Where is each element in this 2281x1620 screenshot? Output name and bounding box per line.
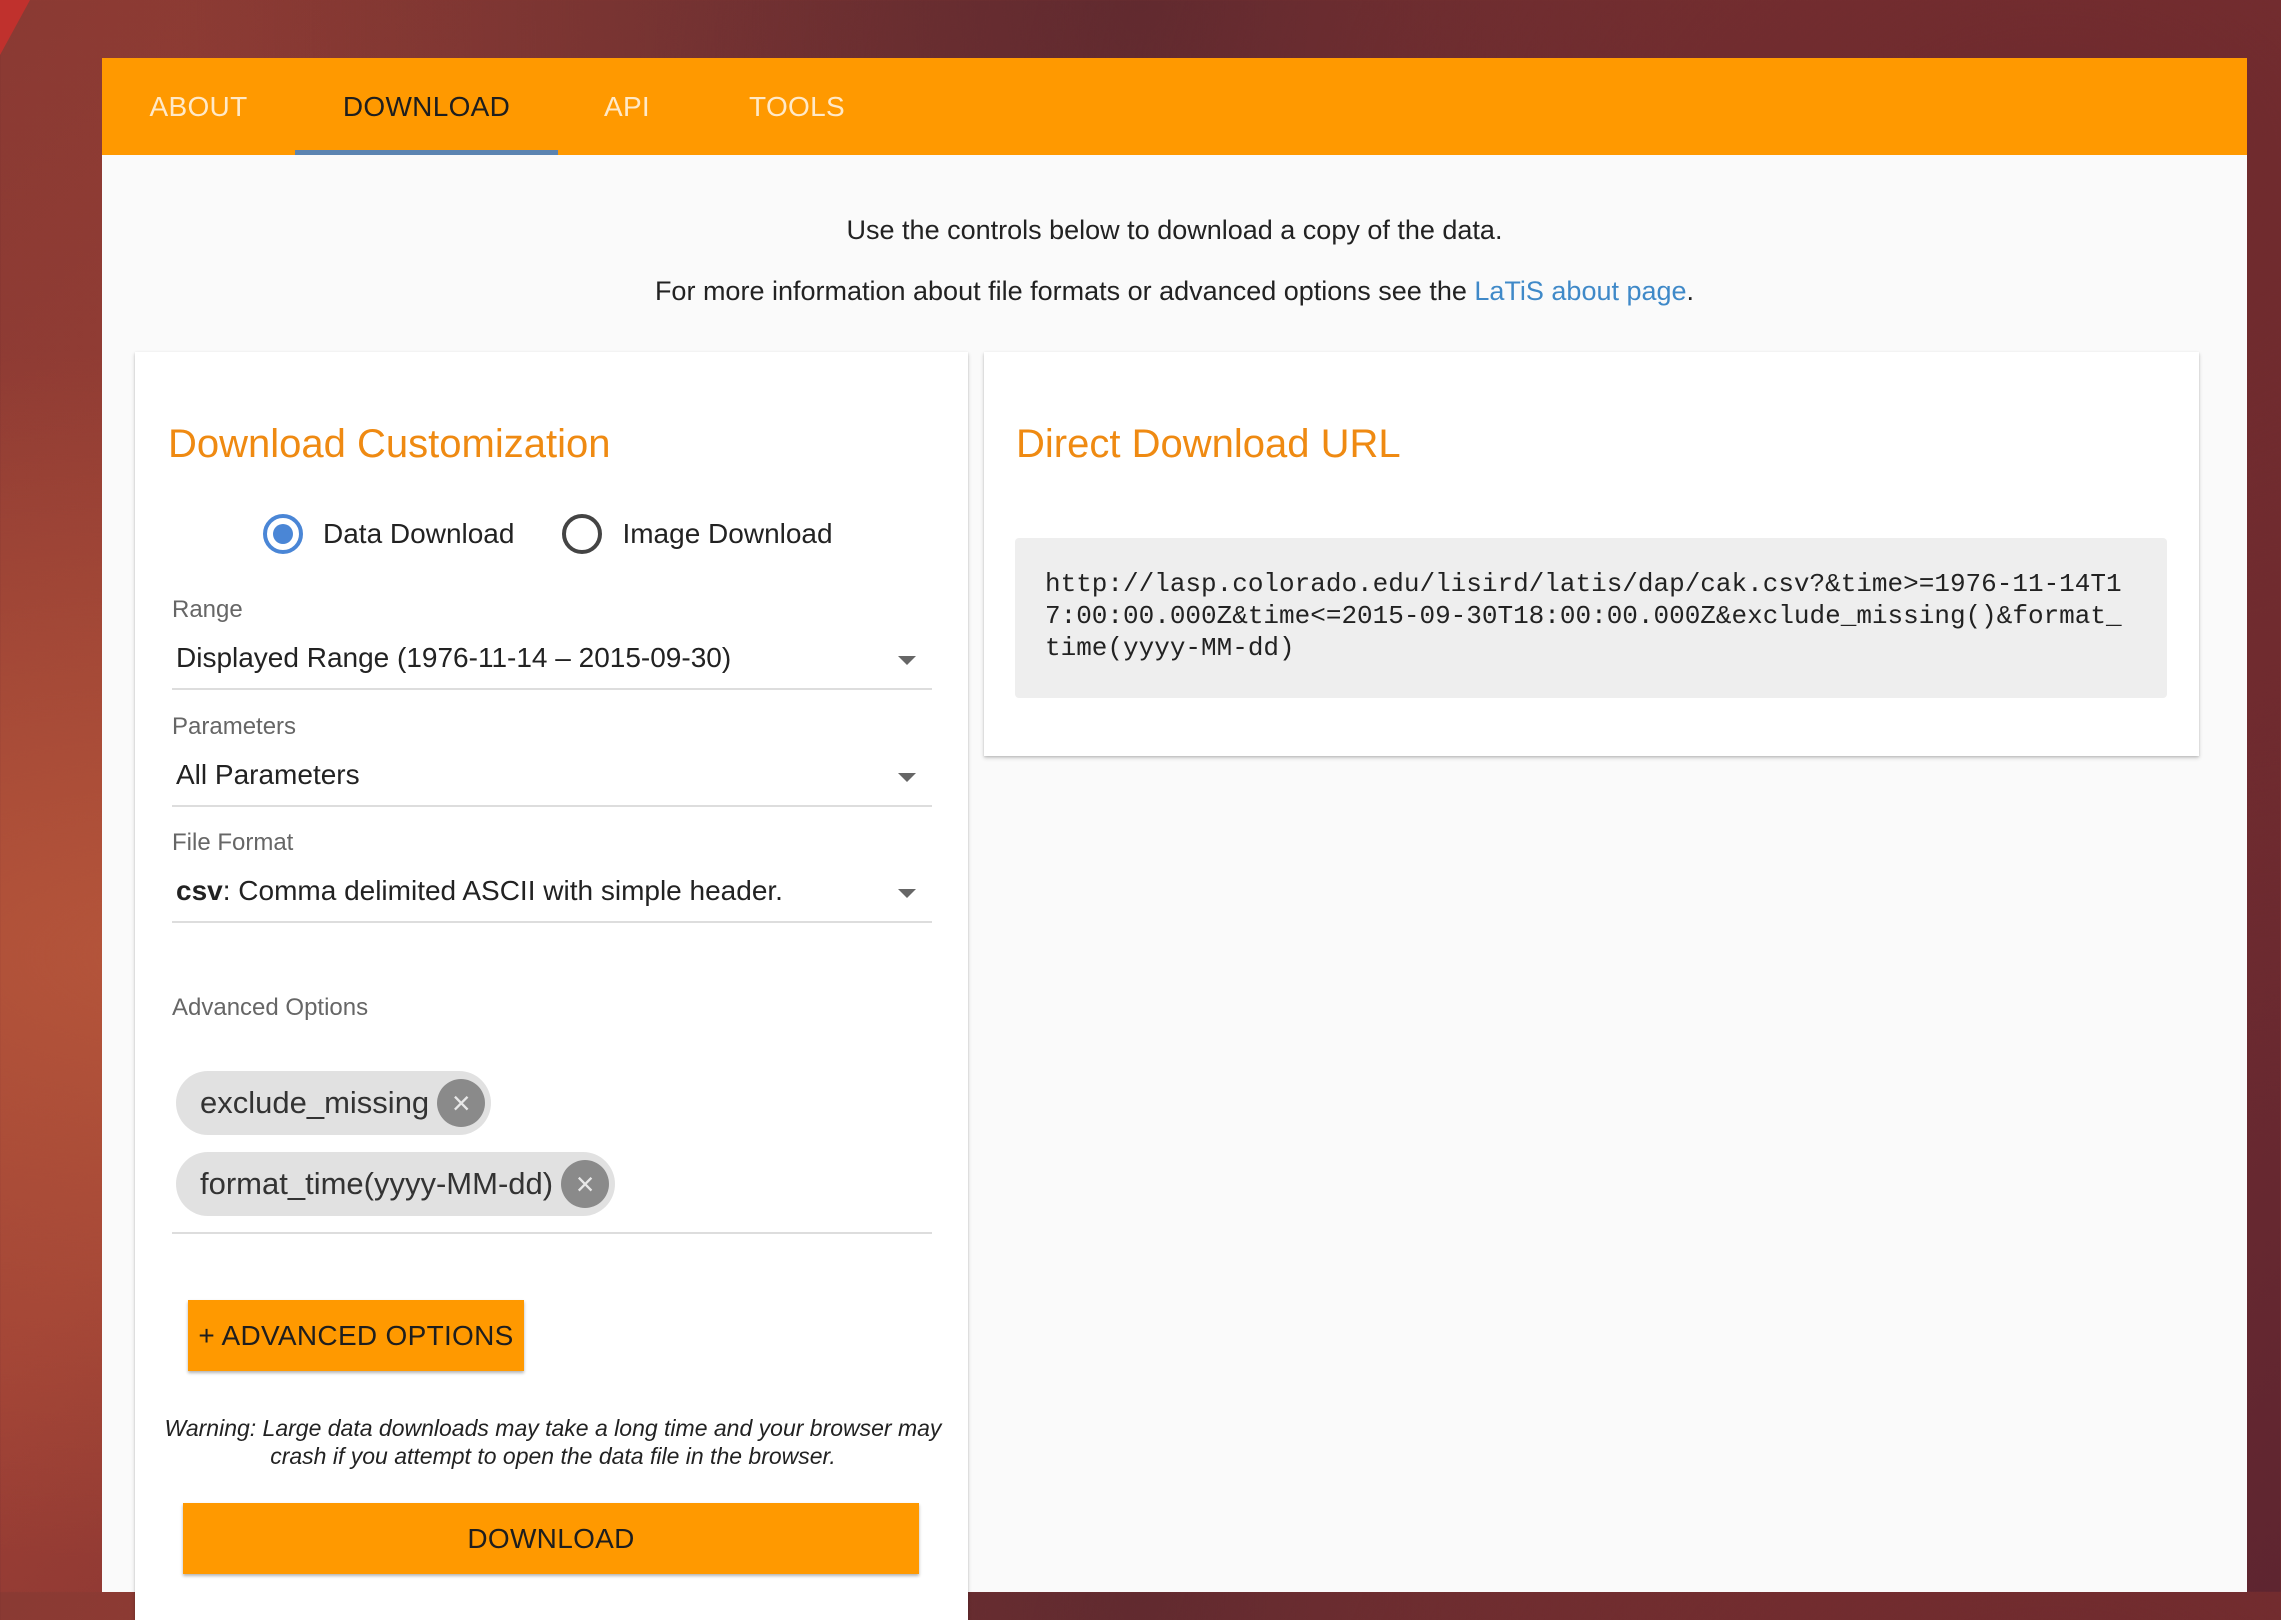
advanced-options-label: Advanced Options (172, 994, 369, 1021)
file-format-select[interactable]: csv: Comma delimited ASCII with simple h… (172, 871, 932, 923)
advanced-options-button[interactable]: + ADVANCED OPTIONS (188, 1300, 524, 1371)
direct-download-title: Direct Download URL (1016, 422, 1401, 466)
range-value: Displayed Range (1976-11-14 – 2015-09-30… (176, 642, 732, 673)
chip-format-time-label: format_time(yyyy-MM-dd) (200, 1166, 554, 1201)
parameters-value: All Parameters (176, 759, 360, 790)
background-corner (0, 0, 30, 55)
tab-api[interactable]: API (558, 58, 696, 155)
intro-line-2: For more information about file formats … (102, 276, 2247, 307)
data-download-radio[interactable] (263, 514, 303, 554)
intro-text: For more information about file formats … (654, 276, 1475, 306)
chip-exclude-missing: exclude_missing × (176, 1071, 492, 1135)
file-format-code: csv (176, 875, 223, 906)
tab-download[interactable]: DOWNLOAD (295, 58, 558, 155)
tab-bar: ABOUT DOWNLOAD API TOOLS (102, 58, 2247, 155)
direct-download-card: Direct Download URL http://lasp.colorado… (984, 352, 2199, 756)
parameters-dropdown-arrow-icon (898, 773, 916, 782)
image-download-label: Image Download (622, 518, 833, 549)
advanced-options-underline (172, 1232, 932, 1234)
download-customization-title: Download Customization (168, 422, 611, 466)
main-panel: ABOUT DOWNLOAD API TOOLS Use the control… (102, 58, 2247, 1620)
parameters-select[interactable]: All Parameters (172, 755, 932, 807)
file-format-description: : Comma delimited ASCII with simple head… (222, 875, 783, 906)
file-format-value: csv: Comma delimited ASCII with simple h… (176, 875, 783, 907)
tab-about[interactable]: ABOUT (102, 58, 295, 155)
chip-exclude-missing-close-icon[interactable]: × (437, 1079, 486, 1127)
chip-exclude-missing-label: exclude_missing (200, 1085, 430, 1120)
image-download-option[interactable]: Image Download (562, 514, 833, 554)
active-tab-indicator (295, 150, 558, 155)
latis-about-link[interactable]: LaTiS about page (1474, 276, 1686, 306)
image-download-radio[interactable] (562, 514, 603, 554)
file-format-dropdown-arrow-icon (898, 889, 916, 898)
chip-format-time: format_time(yyyy-MM-dd) × (176, 1152, 616, 1216)
download-type-radio-group: Data Download Image Download (263, 514, 833, 554)
intro-period: . (1686, 276, 1695, 306)
chip-format-time-close-icon[interactable]: × (561, 1160, 610, 1208)
file-format-label: File Format (172, 829, 294, 856)
download-customization-card: Download Customization Data Download Ima… (135, 352, 968, 1620)
range-dropdown-arrow-icon (898, 656, 916, 665)
direct-download-url[interactable]: http://lasp.colorado.edu/lisird/latis/da… (1015, 538, 2167, 698)
parameters-label: Parameters (172, 713, 297, 740)
tab-tools[interactable]: TOOLS (696, 58, 898, 155)
range-label: Range (172, 596, 243, 623)
download-warning: Warning: Large data downloads may take a… (164, 1415, 942, 1469)
intro-line-1: Use the controls below to download a cop… (846, 215, 1503, 245)
download-button[interactable]: DOWNLOAD (183, 1503, 919, 1574)
data-download-option[interactable]: Data Download (263, 514, 514, 554)
data-download-label: Data Download (323, 518, 515, 549)
range-select[interactable]: Displayed Range (1976-11-14 – 2015-09-30… (172, 638, 932, 690)
